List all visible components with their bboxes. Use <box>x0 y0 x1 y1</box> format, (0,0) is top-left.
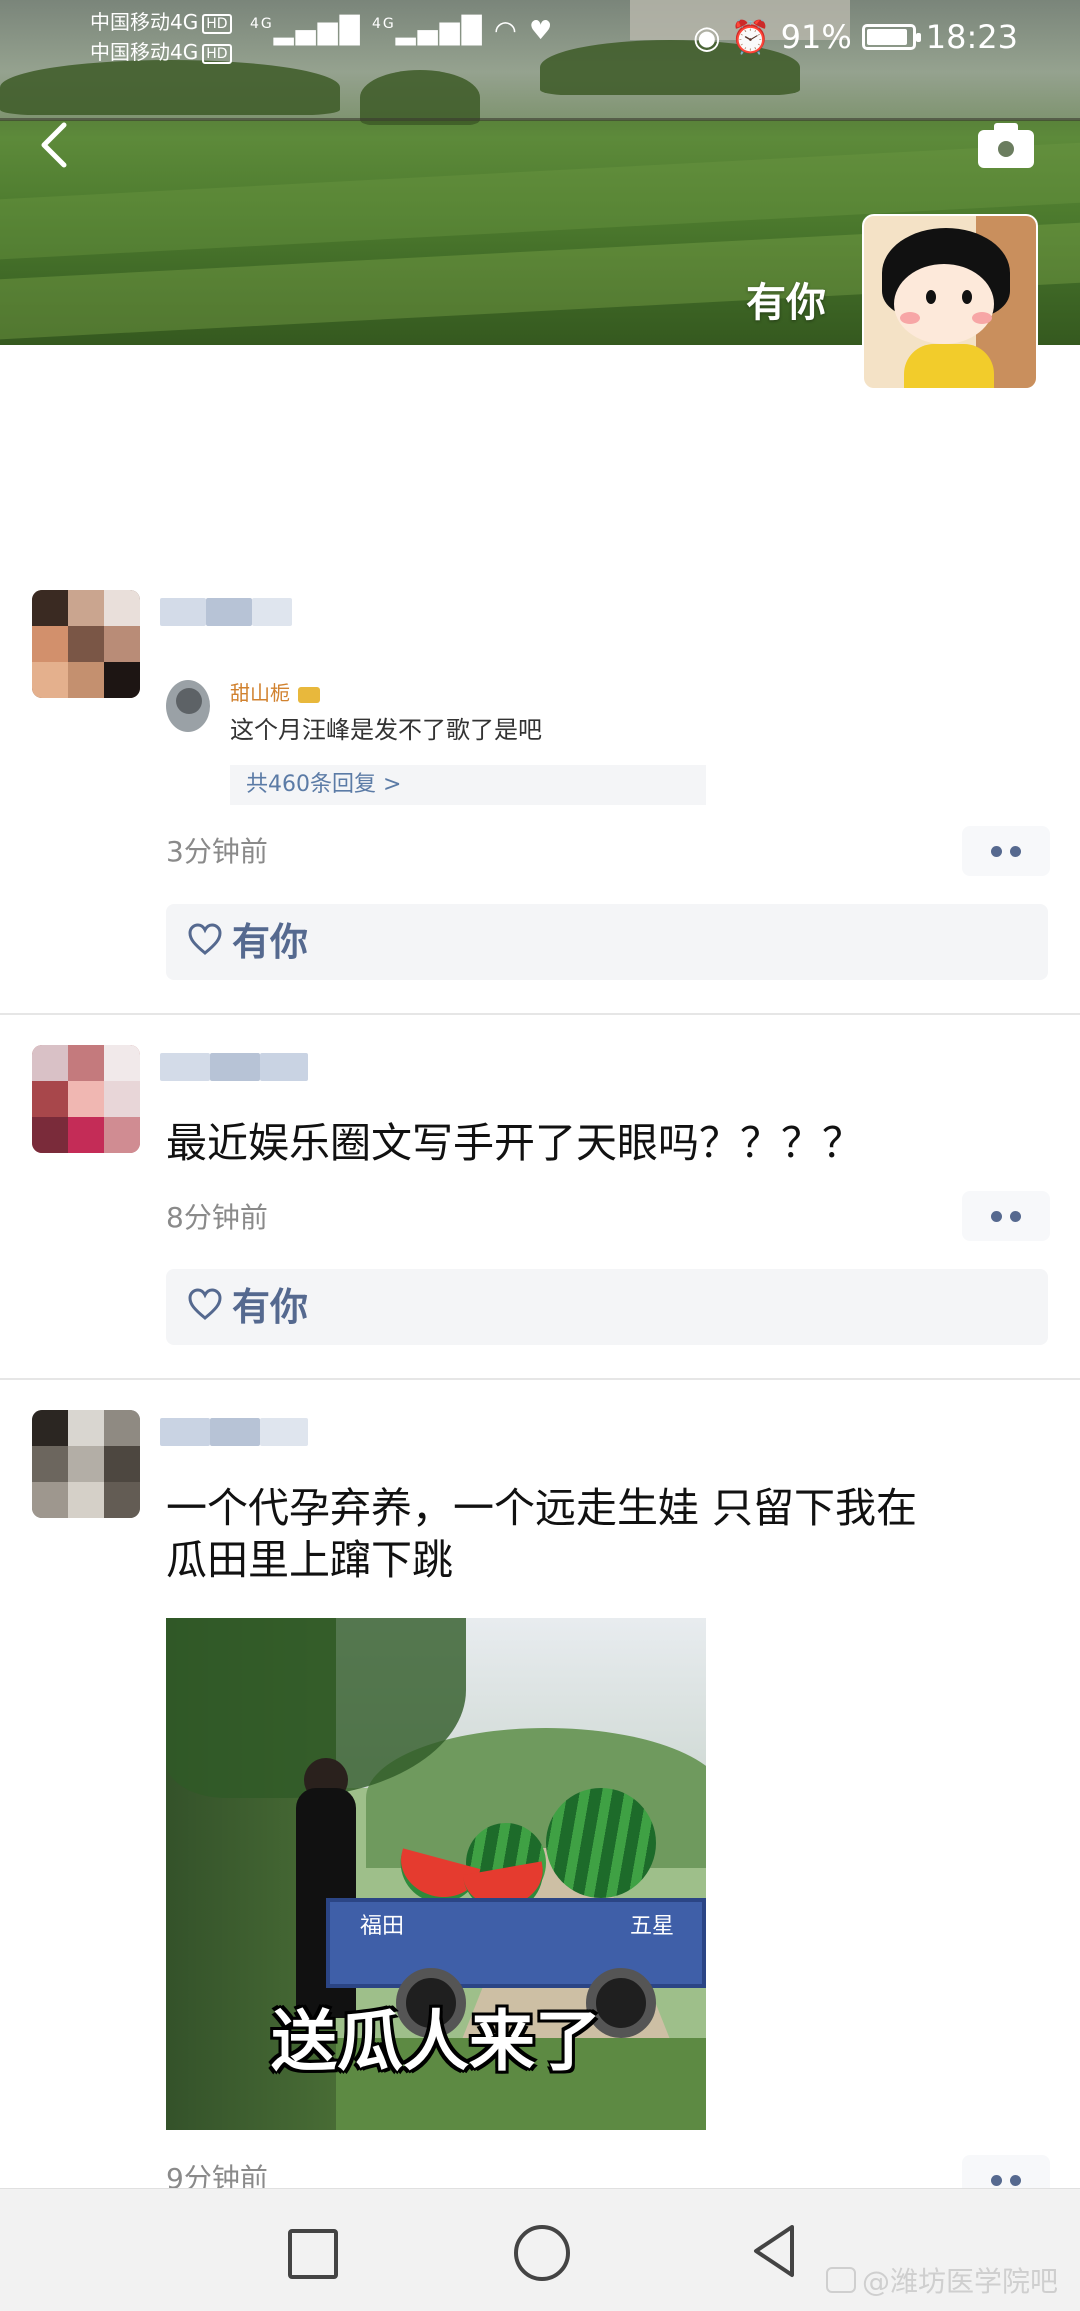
weibo-logo-icon <box>826 2267 856 2293</box>
like-user-name[interactable]: 有你 <box>232 918 308 966</box>
wifi-icon: ◠ <box>494 16 519 46</box>
post-time: 9分钟前 <box>166 2162 268 2188</box>
chevron-left-icon <box>41 122 67 168</box>
watermelon <box>546 1788 656 1898</box>
post-avatar[interactable] <box>32 590 140 698</box>
dot-icon <box>1010 845 1021 857</box>
feed-post: 最近娱乐圈文写手开了天眼吗？？？？ 8分钟前 有你 <box>0 1045 1080 1365</box>
cover-fence <box>0 118 1080 121</box>
network-type: 4G <box>250 16 274 32</box>
avatar-face <box>894 264 994 344</box>
post-text-line: 瓜田里上蹿下跳 <box>166 1536 453 1584</box>
dot-icon <box>991 845 1002 857</box>
alarm-icon: ⏰ <box>730 18 771 56</box>
feed-post: 一个代孕弃养，一个远走生娃 只留下我在 瓜田里上蹿下跳 福田 五星 送瓜人来了 … <box>0 1410 1080 2188</box>
post-author-name[interactable] <box>160 1410 310 1454</box>
like-bar[interactable]: 有你 <box>166 904 1048 980</box>
truck-label: 福田 <box>360 1914 405 1939</box>
post-text-line: 一个代孕弃养，一个远走生娃 只留下我在 <box>166 1484 918 1532</box>
home-button[interactable] <box>508 2219 572 2283</box>
truck-bed: 福田 五星 <box>326 1898 706 1988</box>
profile-avatar[interactable] <box>862 214 1038 390</box>
cover-hedge <box>360 70 480 125</box>
comment-avatar[interactable] <box>166 680 210 732</box>
post-divider <box>0 1013 1080 1015</box>
signal-icon: ▂▄▆█ <box>273 16 362 46</box>
truck-label: 五星 <box>630 1914 675 1939</box>
dot-icon <box>991 2174 1002 2186</box>
back-button[interactable] <box>30 115 80 175</box>
camera-lens <box>995 138 1017 160</box>
watermark: @潍坊医学院吧 <box>826 2260 1058 2300</box>
post-time: 3分钟前 <box>166 835 268 868</box>
heart-health-icon: ♥ <box>528 16 555 46</box>
post-time: 8分钟前 <box>166 1201 268 1234</box>
avatar-eye <box>962 290 972 304</box>
vip-badge-icon <box>298 686 320 703</box>
more-button[interactable] <box>962 1191 1050 1241</box>
battery-icon <box>861 24 921 50</box>
heart-outline-icon <box>188 923 222 955</box>
dot-icon <box>1010 1210 1021 1222</box>
signal-icons: 4G▂▄▆█ 4G▂▄▆█ ◠ ♥ <box>250 16 554 46</box>
post-author-name[interactable] <box>160 590 310 634</box>
carrier-label: 中国移动4G HD <box>90 10 232 34</box>
triangle-back-icon <box>754 2225 794 2277</box>
dot-icon <box>1010 2174 1021 2186</box>
post-image[interactable]: 福田 五星 送瓜人来了 <box>166 1618 706 2130</box>
clock: 18:23 <box>925 18 1018 56</box>
carrier-label: 中国移动4G HD <box>90 40 232 64</box>
camera-button[interactable] <box>978 120 1034 168</box>
heart-outline-icon <box>188 1288 222 1320</box>
battery-percent: 91% <box>780 18 852 56</box>
post-divider <box>0 1378 1080 1380</box>
eye-comfort-icon: ◉ <box>692 18 721 56</box>
dot-icon <box>991 1210 1002 1222</box>
hd-badge: HD <box>202 13 232 34</box>
avatar-shirt <box>904 344 994 388</box>
recent-apps-button[interactable] <box>278 2219 342 2283</box>
like-bar[interactable]: 有你 <box>166 1269 1048 1345</box>
system-back-button[interactable] <box>742 2219 806 2283</box>
avatar-cheek <box>972 312 992 324</box>
network-type: 4G <box>372 16 396 32</box>
image-caption: 送瓜人来了 <box>271 2003 601 2080</box>
post-avatar[interactable] <box>32 1410 140 1518</box>
avatar-eye <box>926 290 936 304</box>
hd-badge: HD <box>202 43 232 64</box>
signal-icon: ▂▄▆█ <box>395 16 484 46</box>
more-button[interactable] <box>962 2155 1050 2188</box>
more-button[interactable] <box>962 826 1050 876</box>
feed-post: 甜山栀 这个月汪峰是发不了歌了是吧 共460条回复 > 3分钟前 有你 <box>0 590 1080 1010</box>
like-user-name[interactable]: 有你 <box>232 1283 308 1331</box>
profile-name[interactable]: 有你 <box>746 270 826 328</box>
comment-user[interactable]: 甜山栀 <box>230 680 320 706</box>
avatar-cheek <box>900 312 920 324</box>
post-text: 一个代孕弃养，一个远走生娃 只留下我在 瓜田里上蹿下跳 <box>166 1482 1046 1586</box>
reply-count-link[interactable]: 共460条回复 > <box>230 765 706 805</box>
post-text: 最近娱乐圈文写手开了天眼吗？？？？ <box>166 1119 863 1167</box>
status-bar: 中国移动4G HD 中国移动4G HD 4G▂▄▆█ 4G▂▄▆█ ◠ ♥ ◉ ⏰ … <box>0 0 1080 70</box>
comment-text: 这个月汪峰是发不了歌了是吧 <box>230 716 542 744</box>
post-author-name[interactable] <box>160 1045 310 1089</box>
post-avatar[interactable] <box>32 1045 140 1153</box>
status-right: ◉ ⏰ 91% 18:23 <box>693 18 1018 56</box>
